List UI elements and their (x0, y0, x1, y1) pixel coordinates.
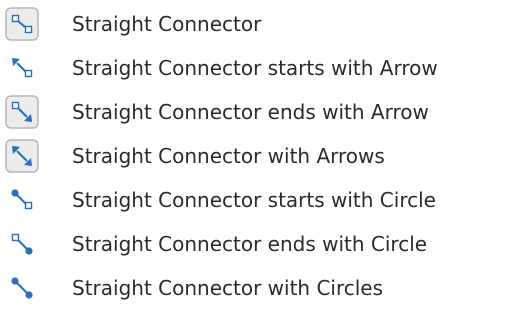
menu-item-label: Straight Connector starts with Circle (72, 188, 436, 212)
menu-item-straight-connector-circles[interactable]: Straight Connector with Circles (0, 266, 526, 310)
menu-item-straight-connector-ends-circle[interactable]: Straight Connector ends with Circle (0, 222, 526, 266)
straight-connector-arrows-icon (5, 139, 39, 173)
straight-connector-icon (5, 7, 39, 41)
menu-item-straight-connector-arrows[interactable]: Straight Connector with Arrows (0, 134, 526, 178)
straight-connector-circles-icon (5, 271, 39, 305)
menu-item-label: Straight Connector with Arrows (72, 144, 385, 168)
menu-item-straight-connector[interactable]: Straight Connector (0, 2, 526, 46)
straight-connector-starts-arrow-icon (5, 51, 39, 85)
menu-item-label: Straight Connector ends with Circle (72, 232, 428, 256)
straight-connector-starts-circle-icon (5, 183, 39, 217)
menu-item-label: Straight Connector with Circles (72, 276, 384, 300)
straight-connector-ends-arrow-icon (5, 95, 39, 129)
menu-item-straight-connector-starts-circle[interactable]: Straight Connector starts with Circle (0, 178, 526, 222)
menu-item-label: Straight Connector starts with Arrow (72, 56, 438, 80)
connector-menu: Straight Connector Straight Connector st… (0, 0, 526, 308)
menu-item-straight-connector-starts-arrow[interactable]: Straight Connector starts with Arrow (0, 46, 526, 90)
menu-item-label: Straight Connector ends with Arrow (72, 100, 429, 124)
menu-item-label: Straight Connector (72, 12, 262, 36)
straight-connector-ends-circle-icon (5, 227, 39, 261)
menu-item-straight-connector-ends-arrow[interactable]: Straight Connector ends with Arrow (0, 90, 526, 134)
